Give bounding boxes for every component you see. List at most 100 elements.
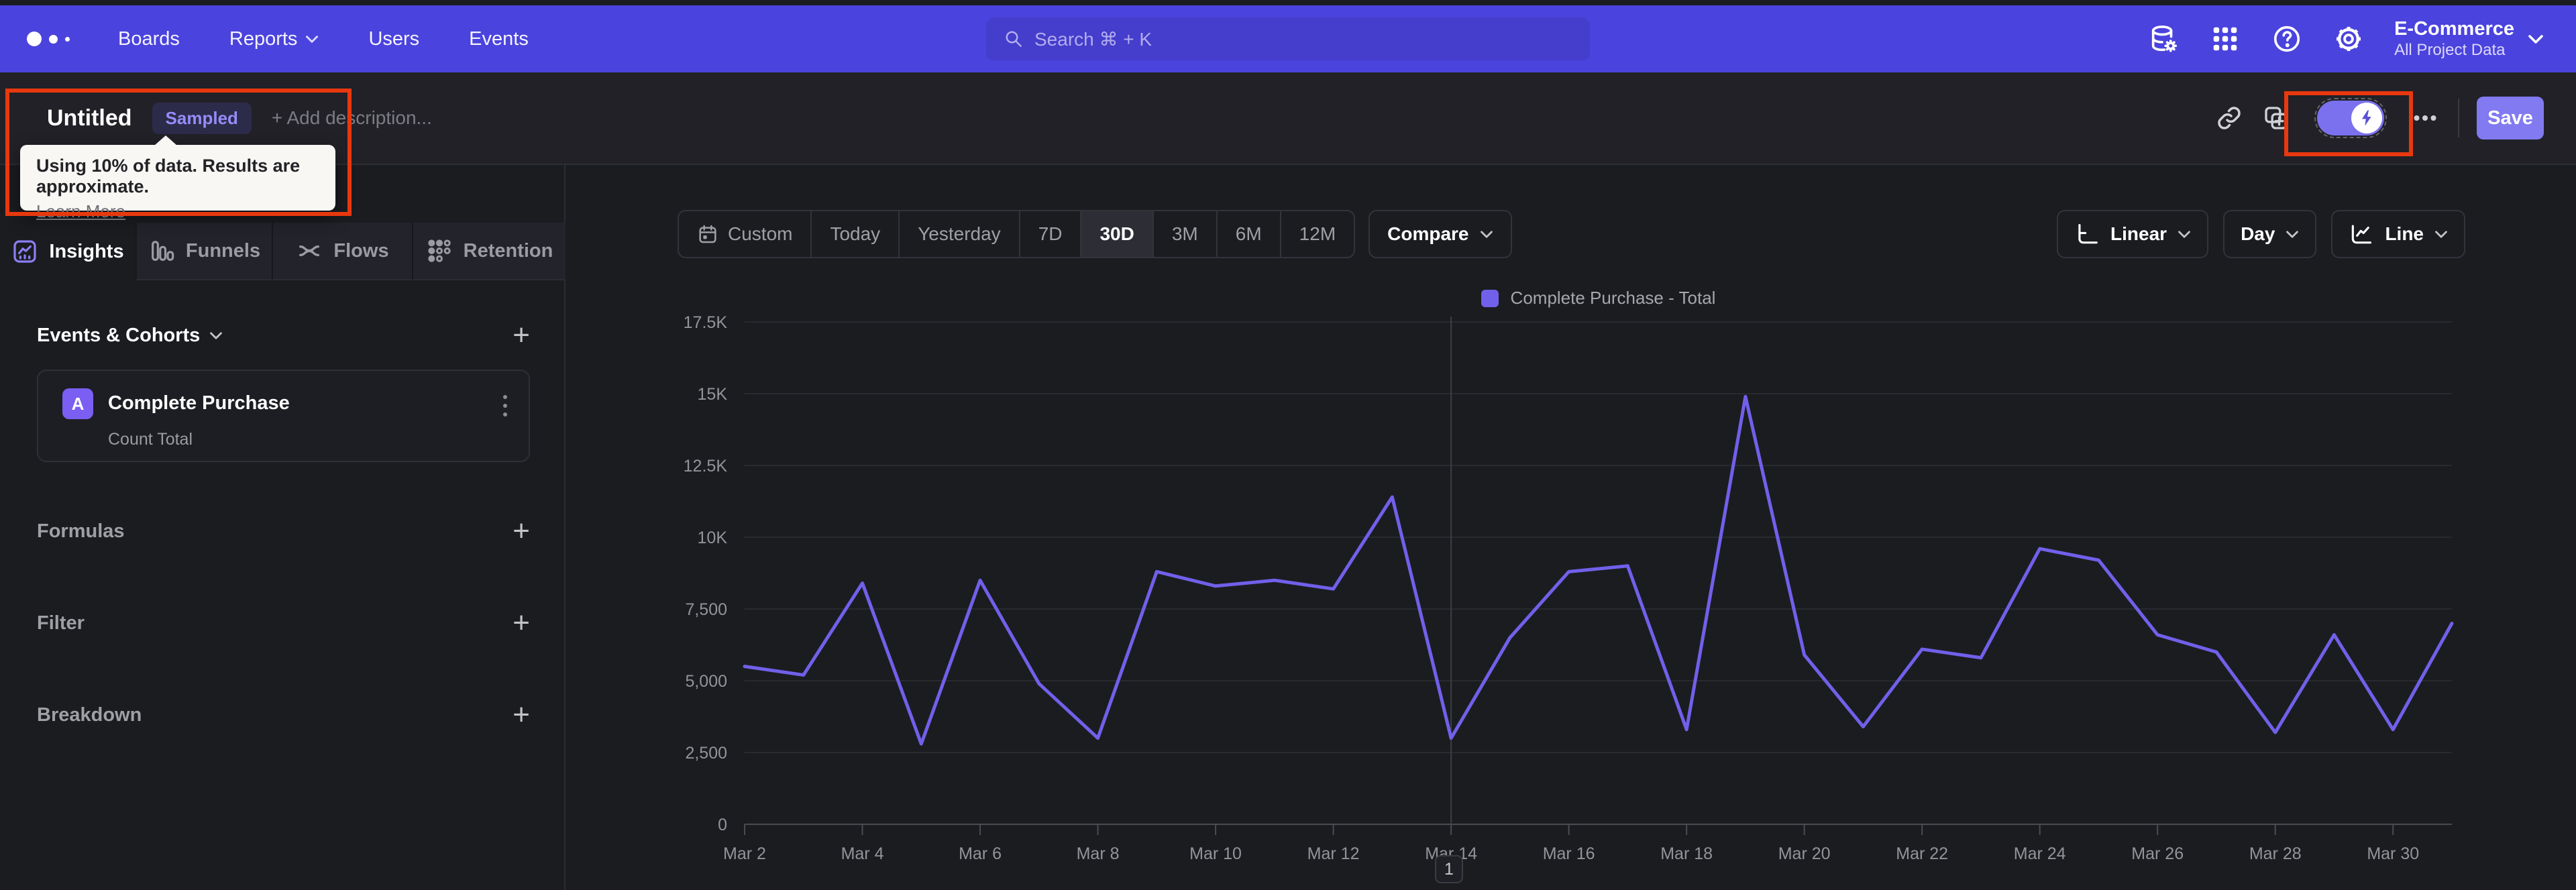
apps-grid-icon[interactable] [2194,5,2256,72]
chart-legend[interactable]: Complete Purchase - Total [745,288,2452,309]
add-event-button[interactable]: + [513,321,530,350]
chart-display-controls: Linear Day Line [2057,210,2465,258]
compare-button[interactable]: Compare [1368,210,1512,258]
nav-item-boards[interactable]: Boards [118,28,180,50]
svg-text:Mar 16: Mar 16 [1543,844,1595,863]
tab-retention[interactable]: Retention [412,223,566,280]
range-custom[interactable]: Custom [679,211,810,257]
range-7d[interactable]: 7D [1018,211,1081,257]
tab-funnels[interactable]: Funnels [136,223,272,280]
workspace: Insights Funnels Flows Retention Events & C… [0,165,2576,890]
event-options-icon[interactable] [499,391,511,421]
svg-text:Mar 2: Mar 2 [723,844,766,863]
range-6m[interactable]: 6M [1216,211,1280,257]
toggle-knob [2351,103,2382,133]
svg-text:Mar 10: Mar 10 [1189,844,1242,863]
events-cohorts-header: Events & Cohorts + [37,321,530,350]
section-formulas: Formulas + [37,514,530,547]
chevron-down-icon [210,331,223,339]
project-name: E-Commerce [2394,18,2514,40]
chevron-down-icon [1480,230,1493,238]
top-nav: Boards Reports Users Events Search ⌘ + K E-… [0,5,2576,72]
svg-text:12.5K: 12.5K [684,457,728,476]
svg-text:0: 0 [718,816,727,834]
chevron-down-icon [2528,34,2543,44]
chevron-down-icon [2178,230,2190,238]
copy-link-icon[interactable] [2206,95,2253,142]
svg-text:Mar 26: Mar 26 [2131,844,2184,863]
sampling-tooltip: Using 10% of data. Results are approxima… [20,135,335,221]
svg-text:Mar 20: Mar 20 [1778,844,1831,863]
add-breakdown-button[interactable]: + [513,700,530,730]
more-options-icon[interactable] [2402,95,2449,142]
scale-select[interactable]: Linear [2057,210,2209,258]
interval-select[interactable]: Day [2223,210,2317,258]
sampled-badge[interactable]: Sampled [152,102,252,134]
search-input[interactable]: Search ⌘ + K [986,17,1590,60]
chevron-down-icon [2435,230,2447,238]
funnels-icon [151,241,174,261]
report-type-tabs: Insights Funnels Flows Retention [0,223,566,280]
divider [2458,99,2459,137]
range-3m[interactable]: 3M [1152,211,1216,257]
svg-text:2,500: 2,500 [685,744,727,763]
svg-text:Mar 4: Mar 4 [841,844,884,863]
date-range-controls: Custom Today Yesterday 7D 30D 3M 6M 12M Compare [678,210,1512,258]
lightning-bolt-icon [2362,110,2371,126]
svg-text:7,500: 7,500 [685,600,727,619]
insights-icon [13,240,36,263]
svg-text:10K: 10K [698,529,728,547]
chart-area: 0 2,500 5,000 7,500 10K 12.5K 15K 17.5K Mar 2 Mar… [624,313,2479,878]
learn-more-link[interactable]: Learn More [36,201,125,222]
range-yesterday[interactable]: Yesterday [898,211,1019,257]
event-card[interactable]: A Complete Purchase Count Total [37,370,530,462]
section-filter: Filter + [37,606,530,639]
svg-text:Mar 28: Mar 28 [2249,844,2302,863]
tab-insights[interactable]: Insights [0,223,136,280]
svg-text:Mar 18: Mar 18 [1660,844,1713,863]
add-description[interactable]: + Add description... [272,107,432,129]
mixpanel-logo-icon[interactable] [27,32,70,46]
svg-text:Mar 24: Mar 24 [2014,844,2066,863]
range-30d[interactable]: 30D [1080,211,1152,257]
svg-text:Mar 22: Mar 22 [1896,844,1948,863]
calendar-icon [699,225,716,243]
add-filter-button[interactable]: + [513,608,530,638]
chevron-down-icon [306,35,319,43]
data-management-icon[interactable] [2133,5,2194,72]
nav-item-events[interactable]: Events [469,28,529,50]
line-chart-icon [2352,225,2372,244]
events-cohorts-heading[interactable]: Events & Cohorts [37,325,223,347]
retention-icon [427,239,451,262]
range-today[interactable]: Today [810,211,898,257]
add-formulas-button[interactable]: + [513,516,530,546]
range-12m[interactable]: 12M [1279,211,1354,257]
svg-text:Mar 6: Mar 6 [959,844,1002,863]
pagination-page-1[interactable]: 1 [1435,855,1463,883]
chart-type-select[interactable]: Line [2331,210,2465,258]
legend-swatch [1481,289,1499,307]
mixpanel-insights-report: Boards Reports Users Events Search ⌘ + K E-… [0,0,2576,890]
nav-item-reports[interactable]: Reports [229,28,319,50]
tooltip-text: Using 10% of data. Results are approxima… [36,156,301,197]
event-metric[interactable]: Count Total [108,430,193,449]
nav-item-users[interactable]: Users [368,28,419,50]
copy-to-board-icon[interactable] [2253,95,2300,142]
tab-flows[interactable]: Flows [272,223,412,280]
svg-text:15K: 15K [698,385,728,404]
settings-icon[interactable] [2318,5,2379,72]
event-name: Complete Purchase [108,392,290,414]
chevron-down-icon [2286,230,2299,238]
tooltip-arrow [154,135,177,146]
report-title-bar: Untitled Sampled + Add description... Sa… [0,72,2576,165]
project-selector[interactable]: E-Commerce All Project Data [2394,17,2544,60]
report-title[interactable]: Untitled [47,105,132,131]
sampling-toggle[interactable] [2314,98,2387,138]
primary-nav: Boards Reports Users Events [118,28,529,50]
svg-text:Mar 30: Mar 30 [2367,844,2419,863]
line-chart[interactable]: 0 2,500 5,000 7,500 10K 12.5K 15K 17.5K Mar 2 Mar… [624,313,2479,875]
save-button[interactable]: Save [2477,97,2544,140]
help-icon[interactable] [2256,5,2318,72]
search-placeholder: Search ⌘ + K [1034,28,1152,50]
svg-text:5,000: 5,000 [685,672,727,691]
